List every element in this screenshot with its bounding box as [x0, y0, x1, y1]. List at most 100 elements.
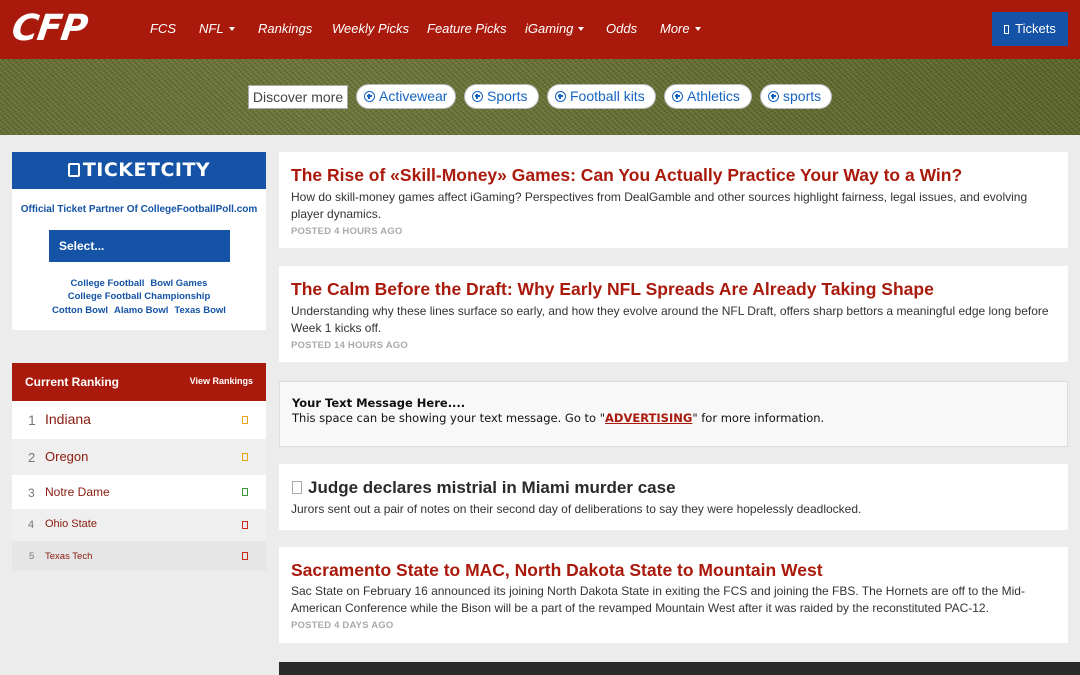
news-title[interactable]: Judge declares mistrial in Miami murder … — [292, 478, 676, 498]
ranking-row[interactable]: 5 Texas Tech — [12, 541, 266, 571]
rank-number: 1 — [28, 412, 36, 428]
article-posted-time: POSTED 4 HOURS AGO — [291, 226, 403, 237]
article-card: Sacramento State to MAC, North Dakota St… — [279, 547, 1068, 643]
article-description: Understanding why these lines surface so… — [291, 304, 1049, 335]
nav-label: More — [660, 21, 690, 36]
rank-number: 5 — [29, 551, 35, 562]
link-bowl-games[interactable]: Bowl Games — [150, 278, 207, 289]
article-description: How do skill-money games affect iGaming?… — [291, 190, 1028, 221]
link-cotton-bowl[interactable]: Cotton Bowl — [52, 305, 108, 316]
nav-item-weekly-picks[interactable]: Weekly Picks — [332, 21, 409, 37]
chip-label: Sports — [487, 88, 528, 104]
news-title-text: Judge declares mistrial in Miami murder … — [308, 478, 676, 497]
tickets-label: Tickets — [1015, 21, 1056, 36]
ranking-title: Current Ranking — [25, 375, 120, 389]
link-college-football[interactable]: College Football — [71, 278, 145, 289]
trend-indicator-icon — [242, 453, 248, 461]
link-texas-bowl[interactable]: Texas Bowl — [174, 305, 226, 316]
ad-text-after: " for more information. — [692, 411, 825, 425]
article-card: The Rise of «Skill-Money» Games: Can You… — [279, 152, 1068, 248]
ticket-icon — [67, 163, 80, 177]
site-logo[interactable]: CFP — [9, 8, 89, 49]
nav-item-rankings[interactable]: Rankings — [258, 21, 312, 37]
top-navigation: CFP FCS NFL Rankings Weekly Picks Featur… — [0, 0, 1080, 59]
article-title[interactable]: The Calm Before the Draft: Why Early NFL… — [291, 279, 934, 300]
nav-item-more[interactable]: More — [660, 21, 701, 37]
article-posted-time: POSTED 4 DAYS AGO — [291, 620, 394, 631]
article-title[interactable]: Sacramento State to MAC, North Dakota St… — [291, 560, 823, 581]
discover-more-label: Discover more — [248, 85, 348, 109]
article-title[interactable]: The Rise of «Skill-Money» Games: Can You… — [291, 165, 962, 186]
article-card: The Calm Before the Draft: Why Early NFL… — [279, 266, 1068, 362]
link-cf-championship[interactable]: College Football Championship — [68, 291, 211, 302]
caret-down-icon — [228, 27, 235, 31]
ticketcity-logo[interactable]: TICKETCITY — [12, 152, 266, 189]
trend-indicator-icon — [242, 488, 248, 496]
plus-circle-icon — [555, 91, 566, 102]
trend-indicator-icon — [242, 521, 248, 529]
ad-title: Your Text Message Here.... — [292, 396, 466, 410]
rank-number: 3 — [28, 486, 35, 500]
view-rankings-link[interactable]: View Rankings — [190, 376, 253, 386]
plus-circle-icon — [768, 91, 779, 102]
ticketcity-select[interactable]: Select... — [49, 230, 230, 262]
ranking-row[interactable]: 1 Indiana — [12, 401, 266, 439]
nav-item-fcs[interactable]: FCS — [150, 21, 176, 37]
chip-football-kits[interactable]: Football kits — [547, 84, 656, 109]
ranking-row[interactable]: 4 Ohio State — [12, 509, 266, 541]
chip-label: Activewear — [379, 88, 448, 104]
nav-label: Odds — [606, 21, 638, 36]
news-description: Jurors sent out a pair of notes on their… — [291, 502, 862, 516]
plus-circle-icon — [364, 91, 375, 102]
caret-down-icon — [694, 27, 701, 31]
chip-athletics[interactable]: Athletics — [664, 84, 752, 109]
news-card: Judge declares mistrial in Miami murder … — [279, 464, 1068, 530]
footer-band — [279, 662, 1080, 675]
rank-team: Ohio State — [45, 518, 97, 530]
chip-label: sports — [783, 88, 822, 104]
ad-text: This space can be showing your text mess… — [292, 411, 824, 425]
grass-banner — [0, 59, 1080, 135]
rank-number: 2 — [28, 450, 36, 465]
plus-circle-icon — [672, 91, 683, 102]
chip-sports[interactable]: Sports — [464, 84, 539, 109]
document-icon — [292, 481, 302, 494]
ticketcity-links-row-1: College Football Bowl Games — [12, 278, 266, 289]
advertising-link[interactable]: ADVERTISING — [605, 411, 692, 425]
nav-label: iGaming — [525, 21, 574, 36]
nav-item-nfl[interactable]: NFL — [199, 21, 235, 37]
nav-label: Weekly Picks — [332, 21, 410, 36]
article-description: Sac State on February 16 announced its j… — [291, 584, 1025, 615]
plus-circle-icon — [472, 91, 483, 102]
ticketcity-widget: TICKETCITY Official Ticket Partner Of Co… — [12, 152, 266, 330]
trend-indicator-icon — [242, 552, 248, 560]
nav-label: Rankings — [258, 21, 313, 36]
nav-label: Feature Picks — [427, 21, 507, 36]
text-ad-card: Your Text Message Here.... This space ca… — [279, 381, 1068, 447]
ad-text-before: This space can be showing your text mess… — [292, 411, 606, 425]
ticketcity-partner-text[interactable]: Official Ticket Partner Of CollegeFootba… — [12, 204, 266, 215]
ranking-row[interactable]: 3 Notre Dame — [12, 475, 266, 509]
nav-label: NFL — [199, 21, 224, 36]
rank-team: Oregon — [45, 449, 89, 464]
rank-team: Indiana — [45, 411, 91, 427]
chip-label: Athletics — [687, 88, 740, 104]
chip-activewear[interactable]: Activewear — [356, 84, 456, 109]
rank-team: Texas Tech — [45, 551, 93, 562]
ticketcity-links-row-3: Cotton Bowl Alamo Bowl Texas Bowl — [12, 305, 266, 316]
nav-item-odds[interactable]: Odds — [606, 21, 637, 37]
chip-label: Football kits — [570, 88, 645, 104]
ticketcity-links-row-2: College Football Championship — [12, 291, 266, 302]
ranking-header: Current Ranking View Rankings — [12, 363, 266, 401]
nav-item-igaming[interactable]: iGaming — [525, 21, 585, 37]
trend-indicator-icon — [242, 416, 248, 424]
chip-sports-2[interactable]: sports — [760, 84, 832, 109]
article-posted-time: POSTED 14 HOURS AGO — [291, 340, 408, 351]
caret-down-icon — [578, 27, 585, 31]
nav-item-feature-picks[interactable]: Feature Picks — [427, 21, 506, 37]
ranking-row[interactable]: 2 Oregon — [12, 439, 266, 475]
link-alamo-bowl[interactable]: Alamo Bowl — [114, 305, 168, 316]
nav-label: FCS — [150, 21, 176, 36]
tickets-button[interactable]: Tickets — [992, 12, 1068, 46]
current-ranking-widget: Current Ranking View Rankings 1 Indiana … — [12, 363, 266, 571]
